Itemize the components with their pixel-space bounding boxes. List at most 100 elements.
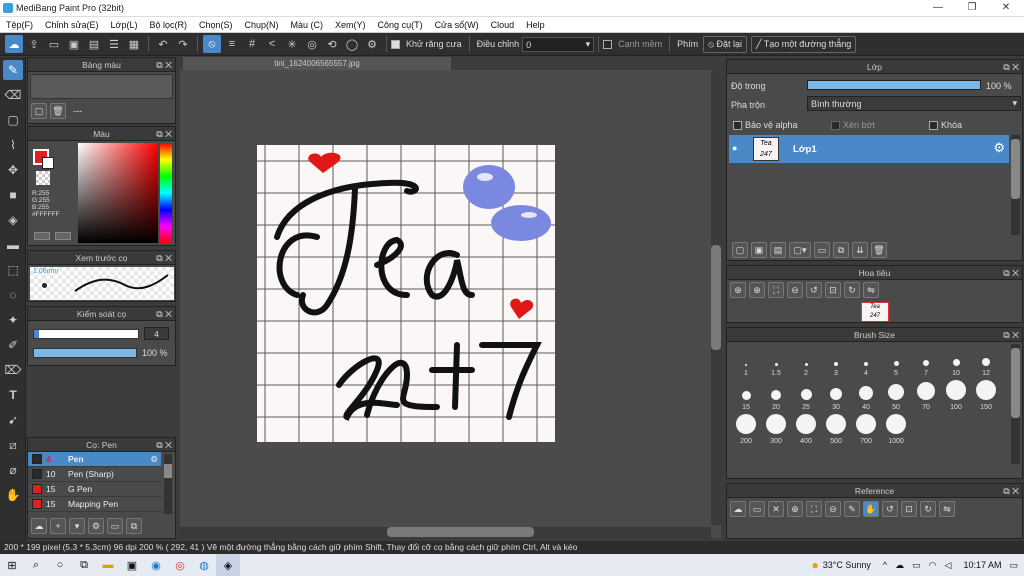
brush-size-cell[interactable]: 200: [731, 413, 761, 447]
brush-size-cell[interactable]: 300: [761, 413, 791, 447]
hue-slider[interactable]: [160, 143, 172, 243]
brush-size-cell[interactable]: 15: [731, 379, 761, 413]
brush-size-cell[interactable]: 3: [821, 345, 851, 379]
new-layer-8bit-icon[interactable]: ▣: [751, 242, 767, 258]
antialias-checkbox[interactable]: [391, 39, 400, 49]
brush-size-cell[interactable]: 500: [821, 413, 851, 447]
minimize-button[interactable]: —: [921, 0, 955, 17]
curve-tool-icon[interactable]: ⌇: [3, 135, 23, 155]
store-icon[interactable]: ▣: [120, 554, 144, 576]
brush-size-cell[interactable]: 700: [851, 413, 881, 447]
save-icon[interactable]: ▣: [65, 35, 83, 53]
circle-snap-icon[interactable]: ◎: [303, 35, 321, 53]
reset-view-icon[interactable]: ⊡: [901, 501, 917, 517]
brush-size-cell[interactable]: 5: [881, 345, 911, 379]
rotate-right-icon[interactable]: ↻: [844, 282, 860, 298]
snap-off-icon[interactable]: ⦸: [203, 35, 221, 53]
edge-checkbox[interactable]: [603, 39, 613, 49]
line-button[interactable]: ╱ Tạo một đường thẳng: [751, 35, 857, 53]
brush-tool-icon[interactable]: ✎: [3, 60, 23, 80]
curve-snap-icon[interactable]: ⟲: [323, 35, 341, 53]
pen-list-item[interactable]: 15 Mapping Pen: [28, 497, 161, 512]
panel-controls-icon[interactable]: ⧉ ✕: [1003, 60, 1019, 74]
mode-icon[interactable]: [34, 232, 50, 240]
pen-list-item[interactable]: 15 G Pen: [28, 482, 161, 497]
menu-help[interactable]: Help: [520, 20, 551, 30]
radial-snap-icon[interactable]: ✳: [283, 35, 301, 53]
tray-chevron-icon[interactable]: ^: [883, 560, 887, 570]
panel-controls-icon[interactable]: ⧉ ✕: [156, 307, 172, 321]
menu-tools[interactable]: Công cụ(T): [372, 20, 429, 30]
brush-size-cell[interactable]: 1000: [881, 413, 911, 447]
brush-size-cell[interactable]: 10: [941, 345, 971, 379]
swap-icon[interactable]: [55, 232, 71, 240]
parallel-snap-icon[interactable]: ≡: [223, 35, 241, 53]
edge-icon[interactable]: ◉: [144, 554, 168, 576]
transparent-swatch[interactable]: [36, 171, 50, 185]
folder-icon[interactable]: ▭: [107, 518, 123, 534]
panel-controls-icon[interactable]: ⧉ ✕: [1003, 328, 1019, 342]
text-tool-icon[interactable]: T: [3, 385, 23, 405]
menu-file[interactable]: Tệp(F): [0, 20, 39, 30]
close-reference-icon[interactable]: ✕: [768, 501, 784, 517]
brush-size-cell[interactable]: 12: [971, 345, 1001, 379]
new-layer-icon[interactable]: ▢: [732, 242, 748, 258]
eye-icon[interactable]: ●: [732, 143, 737, 153]
eraser-tool-icon[interactable]: ⌫: [3, 85, 23, 105]
size-slider[interactable]: [33, 329, 139, 339]
cortana-icon[interactable]: ○: [48, 554, 72, 576]
zoom-in-icon[interactable]: ⊕: [787, 501, 803, 517]
divide-tool-icon[interactable]: ⧄: [3, 435, 23, 455]
select-pen-tool-icon[interactable]: ✐: [3, 335, 23, 355]
reset-button[interactable]: ⦸ Đặt lại: [703, 35, 748, 53]
task-view-icon[interactable]: ⧉: [72, 554, 96, 576]
cloud-brush-icon[interactable]: ☁: [31, 518, 47, 534]
zalo-icon[interactable]: ◍: [192, 554, 216, 576]
notifications-icon[interactable]: ▭: [1009, 560, 1018, 571]
brush-size-cell[interactable]: 100: [941, 379, 971, 413]
brush-size-cell[interactable]: 2: [791, 345, 821, 379]
panel-controls-icon[interactable]: ⧉ ✕: [156, 58, 172, 72]
lasso-tool-icon[interactable]: ◌: [3, 285, 23, 305]
menu-filter[interactable]: Bộ lọc(R): [143, 20, 193, 30]
ellipse-snap-icon[interactable]: ◯: [343, 35, 361, 53]
fill-rect-tool-icon[interactable]: ■: [3, 185, 23, 205]
open-reference-icon[interactable]: ▭: [749, 501, 765, 517]
menu-layer[interactable]: Lớp(L): [105, 20, 144, 30]
menu-capture[interactable]: Chụp(N): [239, 20, 285, 30]
saturation-value-picker[interactable]: [78, 143, 158, 243]
brush-menu-icon[interactable]: ▾: [69, 518, 85, 534]
duplicate-layer-icon[interactable]: ⧉: [833, 242, 849, 258]
pen-list-scrollbar[interactable]: [164, 454, 172, 514]
onedrive-icon[interactable]: ☁: [895, 560, 904, 571]
layer-row[interactable]: ● Tea 247 Lớp1 ⚙: [729, 135, 1009, 163]
grid-icon[interactable]: ▦: [125, 35, 143, 53]
redo-icon[interactable]: ↷: [174, 35, 192, 53]
file-explorer-icon[interactable]: ▬: [96, 554, 120, 576]
eyedropper-tool-icon[interactable]: ⌀: [3, 460, 23, 480]
menu-edit[interactable]: Chỉnh sửa(E): [39, 20, 105, 30]
new-layer-1bit-icon[interactable]: ▤: [770, 242, 786, 258]
volume-icon[interactable]: ◁: [945, 560, 952, 571]
flip-icon[interactable]: ⇋: [863, 282, 879, 298]
eyedropper-icon[interactable]: ✎: [844, 501, 860, 517]
brush-size-cell[interactable]: 20: [761, 379, 791, 413]
panel-controls-icon[interactable]: ⧉ ✕: [1003, 484, 1019, 498]
brush-size-cell[interactable]: 1: [731, 345, 761, 379]
hand-icon[interactable]: ✋: [863, 501, 879, 517]
lock-checkbox[interactable]: [929, 121, 938, 130]
select-tool-icon[interactable]: ⬚: [3, 260, 23, 280]
folder-icon[interactable]: ▭: [814, 242, 830, 258]
fit-icon[interactable]: ⛶: [806, 501, 822, 517]
brush-size-cell[interactable]: 7: [911, 345, 941, 379]
navigator-thumbnail[interactable]: Tea 247: [861, 302, 889, 322]
brush-size-cell[interactable]: 70: [911, 379, 941, 413]
gradient-tool-icon[interactable]: ▬: [3, 235, 23, 255]
hand-tool-icon[interactable]: ✋: [3, 485, 23, 505]
duplicate-icon[interactable]: ⧉: [126, 518, 142, 534]
brush-size-cell[interactable]: 30: [821, 379, 851, 413]
move-tool-icon[interactable]: ✥: [3, 160, 23, 180]
gear-icon[interactable]: ⚙: [150, 454, 158, 465]
brush-size-cell[interactable]: 25: [791, 379, 821, 413]
new-palette-icon[interactable]: ▢: [31, 103, 47, 119]
